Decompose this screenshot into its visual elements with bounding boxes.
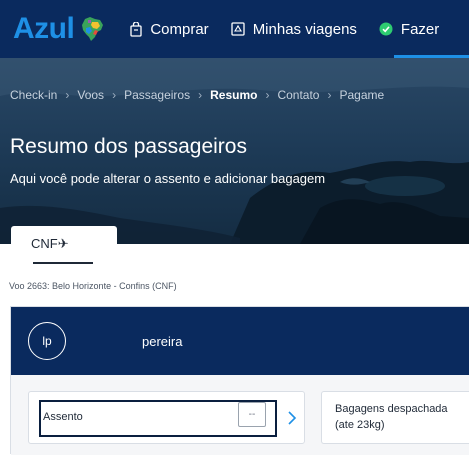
- passenger-services: Assento -- Bagagens despachada (ate 23kg…: [11, 375, 469, 455]
- hero-banner: Check-in › Voos › Passageiros › Resumo ›…: [0, 58, 469, 244]
- breadcrumb-voos[interactable]: Voos: [77, 88, 104, 102]
- avatar: lp: [28, 322, 66, 360]
- nav-minhas-viagens-label: Minhas viagens: [252, 20, 357, 38]
- nav-minhas-viagens[interactable]: Minhas viagens: [231, 21, 357, 38]
- nav-comprar-label: Comprar: [150, 20, 209, 38]
- breadcrumb-passageiros[interactable]: Passageiros: [124, 88, 190, 102]
- passenger-header: lp pereira: [11, 307, 469, 375]
- nav-comprar[interactable]: Comprar: [130, 20, 209, 38]
- flight-tab-active-line: [33, 262, 93, 264]
- page-subtitle: Aqui você pode alterar o assento e adici…: [10, 171, 326, 186]
- seat-value: --: [238, 402, 266, 427]
- flight-tab-origin: CNF: [31, 236, 58, 251]
- chevron-right-icon: ›: [112, 88, 117, 102]
- nav-fazer-checkin[interactable]: Fazer: [379, 21, 439, 38]
- flight-tab-label: CNF✈: [31, 236, 69, 252]
- breadcrumb-contato: Contato: [277, 88, 320, 102]
- chevron-right-icon: ›: [65, 88, 70, 102]
- top-navigation-bar: Azul Comprar Minhas viagens Fazer: [0, 0, 469, 58]
- flight-info: Voo 2663: Belo Horizonte - Confins (CNF): [9, 281, 177, 291]
- bag-icon: [130, 21, 142, 37]
- breadcrumb-resumo: Resumo: [210, 88, 258, 102]
- breadcrumb-check-in[interactable]: Check-in: [10, 88, 57, 102]
- airplane-icon: ✈: [57, 236, 69, 251]
- ticket-icon: [231, 22, 245, 36]
- seat-label: Assento: [43, 411, 83, 423]
- baggage-weight-limit: (ate 23kg): [335, 419, 385, 431]
- passenger-name: pereira: [142, 334, 183, 349]
- flight-tab-cnf[interactable]: CNF✈: [11, 226, 117, 266]
- checkin-breadcrumb: Check-in › Voos › Passageiros › Resumo ›…: [10, 88, 384, 102]
- passenger-card: lp pereira Assento -- Bagagens despachad…: [10, 306, 469, 455]
- azul-logo[interactable]: Azul: [13, 12, 104, 46]
- chevron-right-icon[interactable]: [287, 411, 297, 425]
- nav-fazer-label: Fazer: [400, 20, 440, 38]
- breadcrumb-pagamento: Pagame: [339, 88, 385, 102]
- chevron-right-icon: ›: [265, 88, 270, 102]
- baggage-title: Bagagens despachada: [335, 403, 448, 415]
- checkin-summary-page: Azul Comprar Minhas viagens Fazer Check-…: [0, 0, 469, 463]
- checked-baggage-selector[interactable]: Bagagens despachada (ate 23kg): [321, 391, 469, 444]
- seat-selector[interactable]: Assento --: [28, 391, 305, 444]
- chevron-right-icon: ›: [198, 88, 203, 102]
- page-title: Resumo dos passageiros: [10, 135, 247, 158]
- chevron-right-icon: ›: [327, 88, 332, 102]
- check-circle-icon: [379, 22, 393, 36]
- brand-name: Azul: [13, 12, 75, 45]
- brazil-map-logo-icon: [82, 17, 104, 41]
